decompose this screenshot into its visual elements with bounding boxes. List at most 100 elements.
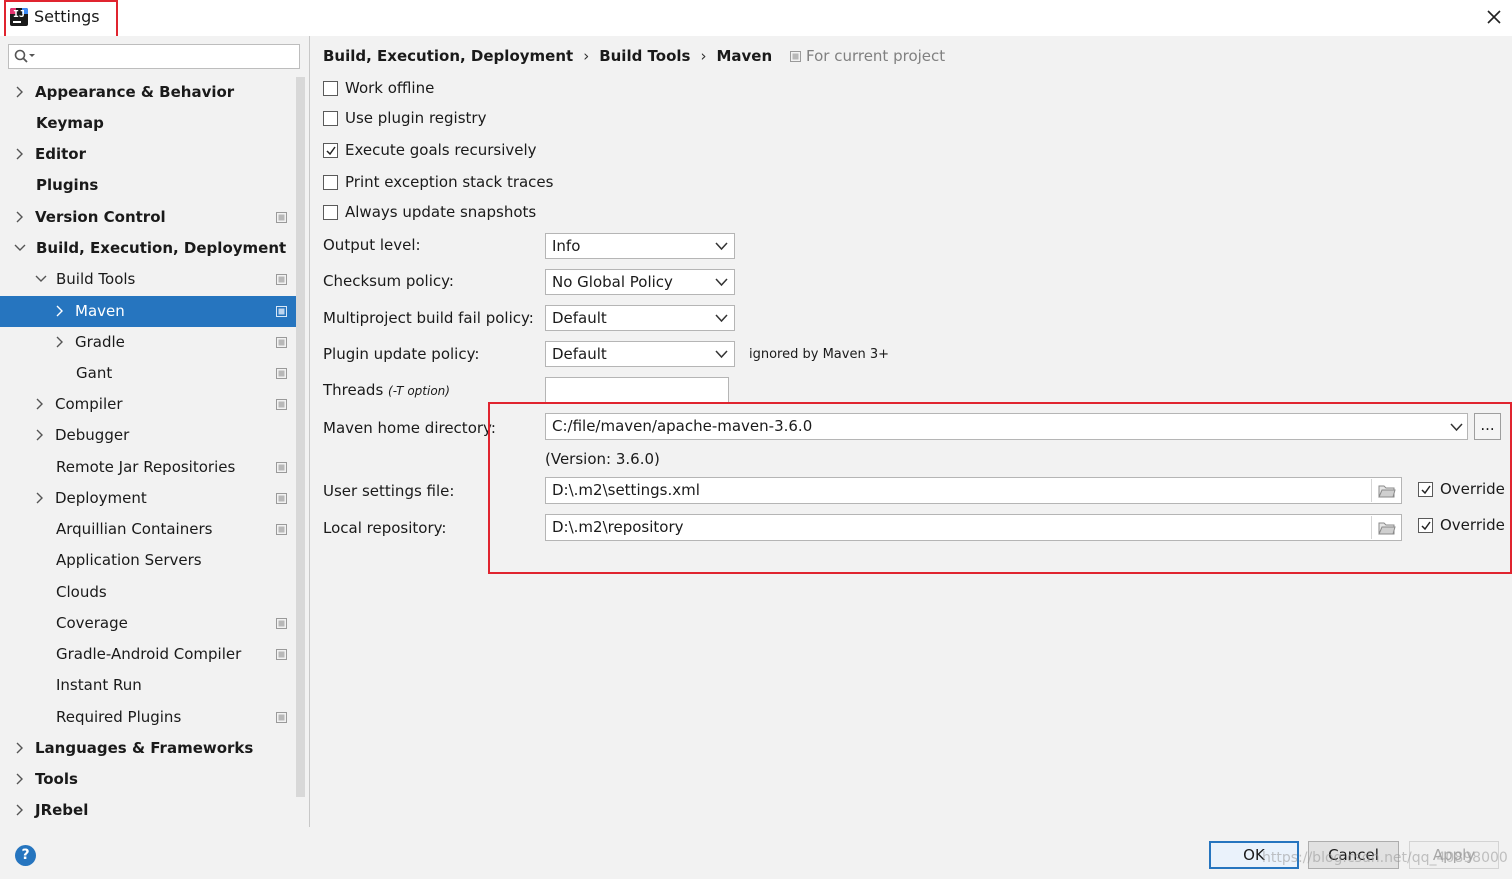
sidebar-item-tools[interactable]: Tools	[0, 764, 296, 795]
sidebar-item-label: Build, Execution, Deployment	[36, 239, 287, 257]
sidebar-item-build-tools[interactable]: Build Tools	[0, 264, 296, 295]
sidebar-item-arquillian-containers[interactable]: Arquillian Containers	[0, 514, 296, 545]
sidebar-item-label: Arquillian Containers	[56, 520, 213, 538]
select-value: No Global Policy	[552, 273, 673, 291]
sidebar-item-label: Version Control	[35, 208, 166, 226]
select-value: Default	[552, 345, 607, 363]
breadcrumb-item[interactable]: Build, Execution, Deployment	[323, 47, 573, 65]
project-scope-icon	[276, 618, 287, 629]
sidebar-item-maven[interactable]: Maven	[0, 296, 296, 327]
project-scope-icon	[276, 212, 287, 223]
multiproject-fail-policy-select[interactable]: Default	[545, 305, 735, 331]
sidebar-item-plugins[interactable]: Plugins	[0, 170, 296, 201]
sidebar-item-version-control[interactable]: Version Control	[0, 202, 296, 233]
project-scope-icon	[276, 493, 287, 504]
checkbox-box[interactable]	[323, 175, 338, 190]
sidebar-item-remote-jar-repositories[interactable]: Remote Jar Repositories	[0, 452, 296, 483]
project-scope-icon	[276, 337, 287, 348]
sidebar-item-label: Build Tools	[56, 270, 136, 288]
plugin-update-policy-select[interactable]: Default	[545, 341, 735, 367]
sidebar-item-label: Appearance & Behavior	[35, 83, 235, 101]
breadcrumb-separator: ›	[583, 47, 590, 65]
sidebar-item-label: Maven	[75, 302, 125, 320]
sidebar-item-application-servers[interactable]: Application Servers	[0, 545, 296, 576]
scope-note-text: For current project	[806, 47, 946, 65]
checkmark-icon	[326, 146, 336, 156]
threads-label: Threads (-T option)	[323, 381, 450, 399]
project-scope-icon	[276, 306, 287, 317]
sidebar-item-label: Coverage	[56, 614, 128, 632]
breadcrumb-item[interactable]: Build Tools	[599, 47, 690, 65]
project-scope-icon	[276, 399, 287, 410]
help-icon[interactable]: ?	[15, 845, 36, 866]
sidebar-item-label: Deployment	[55, 489, 147, 507]
sidebar-item-label: Remote Jar Repositories	[56, 458, 236, 476]
checkbox-box[interactable]	[323, 81, 338, 96]
output-level-select[interactable]: Info	[545, 233, 735, 259]
sidebar-item-label: Gant	[76, 364, 113, 382]
sidebar-item-jrebel[interactable]: JRebel	[0, 795, 296, 826]
chevron-down-icon	[715, 242, 728, 251]
sidebar-item-languages-frameworks[interactable]: Languages & Frameworks	[0, 733, 296, 764]
maven-paths-highlight-annotation	[488, 402, 1512, 574]
chevron-down-icon	[715, 350, 728, 359]
sidebar-item-debugger[interactable]: Debugger	[0, 420, 296, 451]
sidebar-item-compiler[interactable]: Compiler	[0, 389, 296, 420]
sidebar-item-deployment[interactable]: Deployment	[0, 483, 296, 514]
sidebar-item-editor[interactable]: Editor	[0, 139, 296, 170]
sidebar-divider	[309, 36, 310, 827]
checkbox-label: Execute goals recursively	[345, 141, 537, 159]
sidebar-item-clouds[interactable]: Clouds	[0, 577, 296, 608]
threads-label-text: Threads	[323, 381, 384, 399]
checkbox-label: Always update snapshots	[345, 203, 537, 221]
sidebar-item-label: Required Plugins	[56, 708, 182, 726]
checkbox-box[interactable]	[323, 143, 338, 158]
sidebar-item-label: Application Servers	[56, 551, 202, 569]
maven-home-label: Maven home directory:	[323, 419, 496, 437]
project-scope-icon	[276, 462, 287, 473]
sidebar-item-appearance-behavior[interactable]: Appearance & Behavior	[0, 77, 296, 108]
sidebar-item-label: Editor	[35, 145, 86, 163]
breadcrumb: Build, Execution, Deployment › Build Tools…	[323, 47, 772, 65]
sidebar-item-label: Clouds	[56, 583, 107, 601]
sidebar-item-label: Compiler	[55, 395, 123, 413]
watermark: https://blog.csdn.net/qq_40898000	[1262, 850, 1508, 866]
sidebar-scrollbar[interactable]	[296, 77, 305, 797]
sidebar-item-required-plugins[interactable]: Required Plugins	[0, 702, 296, 733]
sidebar-item-label: Gradle-Android Compiler	[56, 645, 242, 663]
output-level-label: Output level:	[323, 236, 421, 254]
sidebar-item-coverage[interactable]: Coverage	[0, 608, 296, 639]
sidebar-item-label: Tools	[35, 770, 78, 788]
close-icon[interactable]	[1483, 6, 1505, 28]
breadcrumb-item: Maven	[716, 47, 773, 65]
select-value: Default	[552, 309, 607, 327]
sidebar-item-label: Plugins	[36, 176, 99, 194]
sidebar-item-instant-run[interactable]: Instant Run	[0, 670, 296, 701]
sidebar-item-gant[interactable]: Gant	[0, 358, 296, 389]
project-scope-icon	[276, 712, 287, 723]
checksum-policy-select[interactable]: No Global Policy	[545, 269, 735, 295]
plugin-update-policy-note: ignored by Maven 3+	[749, 347, 889, 362]
sidebar-item-gradle[interactable]: Gradle	[0, 327, 296, 358]
sidebar-item-build-execution-deployment[interactable]: Build, Execution, Deployment	[0, 233, 296, 264]
plugin-update-policy-label: Plugin update policy:	[323, 345, 480, 363]
local-repository-label: Local repository:	[323, 519, 447, 537]
checkbox-label: Work offline	[345, 79, 435, 97]
select-value: Info	[552, 237, 581, 255]
checkbox-box[interactable]	[323, 205, 338, 220]
checkbox-label: Use plugin registry	[345, 109, 487, 127]
title-bar	[0, 0, 1512, 36]
settings-search-input[interactable]	[8, 44, 300, 69]
breadcrumb-separator: ›	[700, 47, 707, 65]
chevron-down-icon	[715, 278, 728, 287]
threads-hint: (-T option)	[388, 384, 450, 398]
threads-input[interactable]	[545, 377, 729, 403]
sidebar-item-keymap[interactable]: Keymap	[0, 108, 296, 139]
scope-note: For current project	[790, 47, 945, 65]
checkbox-box[interactable]	[323, 111, 338, 126]
checksum-policy-label: Checksum policy:	[323, 272, 454, 290]
project-scope-icon	[790, 51, 801, 62]
project-scope-icon	[276, 368, 287, 379]
checkbox-label: Print exception stack traces	[345, 173, 554, 191]
sidebar-item-gradle-android-compiler[interactable]: Gradle-Android Compiler	[0, 639, 296, 670]
